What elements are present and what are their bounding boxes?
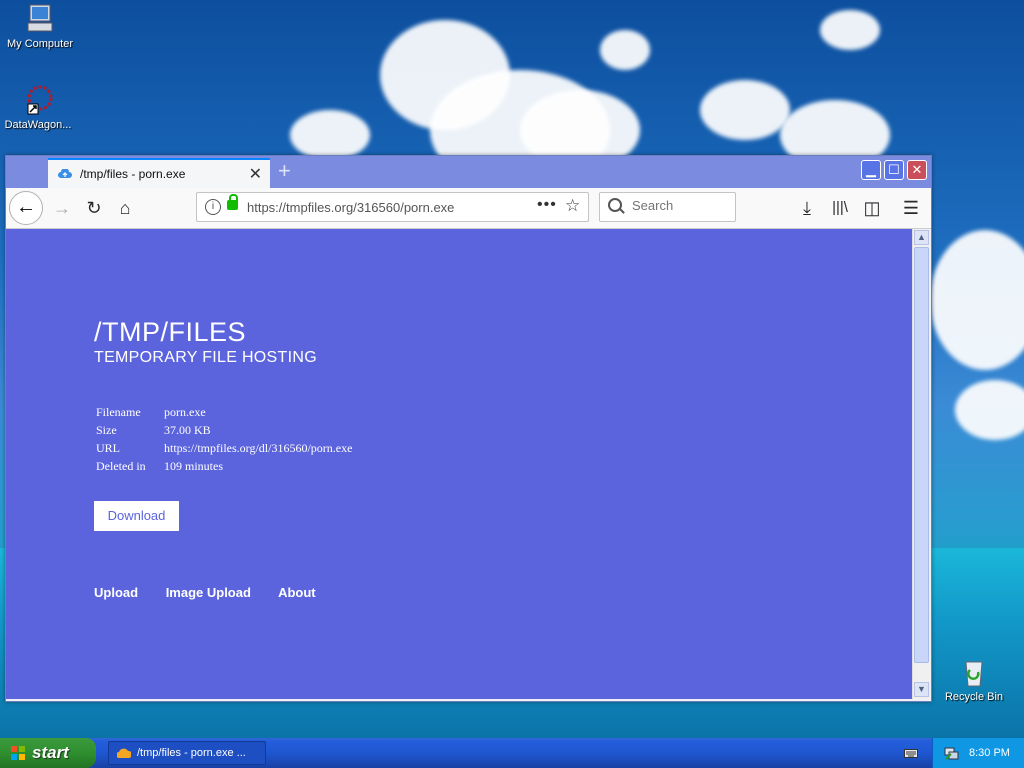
footer-links: Upload Image Upload About [94, 585, 340, 600]
library-button[interactable]: |||\ [829, 197, 851, 219]
reload-icon: ↻ [86, 198, 102, 218]
maximize-button[interactable]: ☐ [884, 160, 904, 180]
keyboard-icon[interactable] [904, 746, 918, 758]
table-row: URL https://tmpfiles.org/dl/316560/porn.… [94, 439, 354, 457]
info-icon[interactable]: i [205, 199, 221, 215]
reload-button[interactable]: ↻ [83, 197, 105, 219]
sidebar-icon: ◫ [863, 198, 881, 218]
datawagon-icon [22, 84, 54, 116]
file-info-key: URL [96, 440, 120, 455]
windows-flag-icon [10, 745, 26, 761]
arrow-right-icon: → [53, 198, 71, 218]
bookmark-star-icon[interactable]: ☆ [565, 196, 580, 216]
browser-window: /tmp/files - porn.exe ✕ + ▁ ☐ ✕ ← → ↻ ⌂ … [5, 155, 932, 702]
file-info-table: Filename porn.exe Size 37.00 KB URL http… [94, 403, 354, 475]
taskbar-item-browser[interactable]: /tmp/files - porn.exe ... [108, 741, 266, 765]
file-info-key: Filename [96, 404, 141, 419]
start-button[interactable]: start [0, 738, 96, 768]
download-arrow-icon: ⤓ [803, 198, 811, 218]
desktop-icon-label: DataWagon... [4, 119, 72, 131]
desktop-icon-label: Recycle Bin [944, 691, 1004, 703]
tab-title: /tmp/files - porn.exe [80, 167, 186, 181]
taskbar-item-label: /tmp/files - porn.exe ... [137, 747, 246, 759]
scrollbar-thumb[interactable] [914, 247, 929, 663]
url-text[interactable]: https://tmpfiles.org/316560/porn.exe [247, 200, 454, 215]
table-row: Filename porn.exe [94, 403, 354, 421]
footer-link-upload[interactable]: Upload [94, 585, 138, 600]
system-tray: 8:30 PM [932, 738, 1024, 768]
sidebar-button[interactable]: ◫ [861, 197, 883, 219]
cloud-upload-icon [58, 168, 72, 178]
file-info-value: https://tmpfiles.org/dl/316560/porn.exe [164, 440, 353, 455]
page-title: /TMP/FILES [94, 317, 247, 347]
minimize-button[interactable]: ▁ [861, 160, 881, 180]
library-icon: |||\ [832, 199, 848, 216]
hamburger-menu-icon: ☰ [902, 198, 920, 218]
footer-link-about[interactable]: About [278, 585, 316, 600]
scroll-down-icon[interactable]: ▼ [914, 682, 929, 697]
menu-button[interactable]: ☰ [900, 197, 922, 219]
navigation-toolbar: ← → ↻ ⌂ i https://tmpfiles.org/316560/po… [6, 188, 931, 229]
table-row: Deleted in 109 minutes [94, 457, 354, 475]
file-info-value: porn.exe [164, 404, 206, 419]
lock-icon[interactable] [227, 194, 238, 210]
footer-link-image-upload[interactable]: Image Upload [166, 585, 251, 600]
new-tab-button[interactable]: + [278, 158, 291, 184]
page-subtitle: TEMPORARY FILE HOSTING [94, 349, 317, 366]
file-info-value: 37.00 KB [164, 422, 211, 437]
file-info-key: Size [96, 422, 117, 437]
arrow-left-icon: ← [16, 196, 36, 218]
back-button[interactable]: ← [9, 191, 43, 225]
computer-icon [24, 3, 56, 35]
search-icon [608, 198, 622, 212]
vertical-scrollbar[interactable]: ▲ ▼ [912, 229, 930, 699]
forward-button[interactable]: → [51, 197, 73, 219]
browser-app-icon [116, 747, 133, 759]
tab-bar: /tmp/files - porn.exe ✕ + ▁ ☐ ✕ [6, 156, 931, 188]
download-button[interactable]: Download [94, 501, 179, 531]
file-info-key: Deleted in [96, 458, 146, 473]
start-label: start [32, 743, 69, 762]
desktop-icon-my-computer[interactable]: My Computer [0, 3, 80, 50]
network-icon[interactable] [943, 745, 959, 761]
page-content: /TMP/FILES TEMPORARY FILE HOSTING Filena… [6, 229, 912, 699]
tab-tmpfiles[interactable]: /tmp/files - porn.exe ✕ [48, 158, 270, 188]
search-input[interactable] [630, 197, 734, 214]
page-actions-icon[interactable]: ••• [537, 196, 557, 214]
file-info-value: 109 minutes [164, 458, 223, 473]
clock: 8:30 PM [969, 747, 1010, 759]
desktop-icon-recycle-bin[interactable]: Recycle Bin [934, 656, 1014, 703]
desktop-icon-label: My Computer [6, 38, 74, 50]
desktop-icon-datawagon[interactable]: DataWagon... [0, 84, 78, 131]
close-window-button[interactable]: ✕ [907, 160, 927, 180]
url-bar[interactable]: i https://tmpfiles.org/316560/porn.exe •… [196, 192, 589, 222]
recycle-bin-icon [958, 656, 990, 688]
scroll-up-icon[interactable]: ▲ [914, 230, 929, 245]
close-tab-icon[interactable]: ✕ [249, 164, 262, 184]
home-button[interactable]: ⌂ [114, 197, 136, 219]
taskbar: start /tmp/files - porn.exe ... 8:30 PM [0, 738, 1024, 768]
search-box[interactable] [599, 192, 736, 222]
table-row: Size 37.00 KB [94, 421, 354, 439]
home-icon: ⌂ [119, 198, 131, 218]
downloads-button[interactable]: ⤓ [796, 197, 818, 219]
